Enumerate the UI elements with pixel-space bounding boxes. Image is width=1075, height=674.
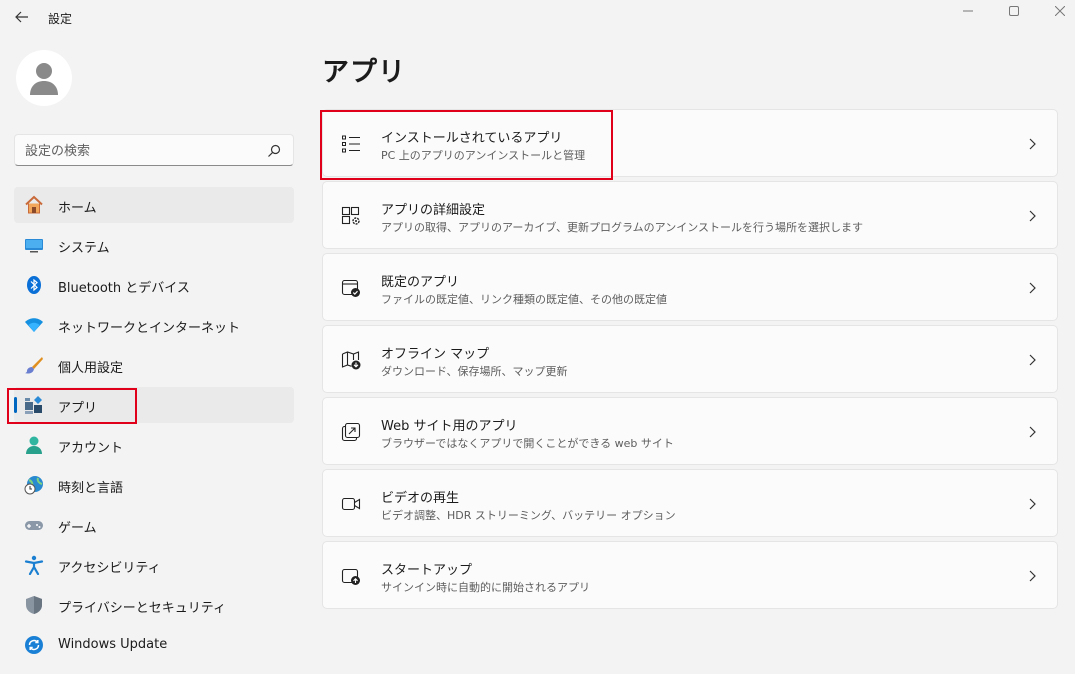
- card-subtitle: サインイン時に自動的に開始されるアプリ: [381, 581, 590, 594]
- sidebar-item-label: Bluetooth とデバイス: [58, 281, 190, 296]
- sidebar-item-label: アクセシビリティ: [58, 561, 161, 576]
- chevron-right-icon: [1027, 425, 1037, 439]
- sidebar-item-label: Windows Update: [58, 637, 168, 652]
- maximize-button[interactable]: [991, 0, 1037, 22]
- sidebar-item-personalization[interactable]: 個人用設定: [14, 347, 294, 383]
- maximize-icon: [1009, 6, 1019, 16]
- title-bar: 設定: [0, 0, 1075, 36]
- search-icon[interactable]: [267, 144, 281, 158]
- sidebar-item-network[interactable]: ネットワークとインターネット: [14, 307, 294, 343]
- chevron-right-icon: [1027, 569, 1037, 583]
- sidebar-item-system[interactable]: システム: [14, 227, 294, 263]
- startup-icon: [341, 566, 361, 586]
- windows-update-icon: [24, 635, 44, 655]
- open-external-icon: [341, 422, 361, 442]
- sidebar-item-privacy-security[interactable]: プライバシーとセキュリティ: [14, 587, 294, 623]
- card-title: Web サイト用のアプリ: [381, 419, 518, 434]
- brush-icon: [24, 355, 44, 375]
- card-subtitle: ファイルの既定値、リンク種類の既定値、その他の既定値: [381, 293, 667, 306]
- close-icon: [1055, 6, 1065, 16]
- account-icon: [24, 435, 44, 455]
- sidebar-item-accounts[interactable]: アカウント: [14, 427, 294, 463]
- sidebar-item-label: 個人用設定: [58, 361, 124, 376]
- chevron-right-icon: [1027, 209, 1037, 223]
- sidebar-item-accessibility[interactable]: アクセシビリティ: [14, 547, 294, 583]
- card-startup[interactable]: スタートアップ サインイン時に自動的に開始されるアプリ: [322, 541, 1058, 609]
- sidebar-item-label: アカウント: [58, 441, 124, 456]
- card-title: オフライン マップ: [381, 347, 490, 362]
- search-box[interactable]: [14, 134, 294, 166]
- page-title: アプリ: [322, 57, 406, 88]
- wifi-icon: [24, 315, 44, 335]
- card-title: ビデオの再生: [381, 491, 460, 506]
- system-icon: [24, 235, 44, 255]
- sidebar-item-bluetooth[interactable]: Bluetooth とデバイス: [14, 267, 294, 303]
- sidebar-item-gaming[interactable]: ゲーム: [14, 507, 294, 543]
- minimize-icon: [963, 10, 973, 12]
- time-language-icon: [24, 475, 44, 495]
- sidebar-item-home[interactable]: ホーム: [14, 187, 294, 223]
- accessibility-icon: [24, 555, 44, 575]
- chevron-right-icon: [1027, 353, 1037, 367]
- card-advanced-app-settings[interactable]: アプリの詳細設定 アプリの取得、アプリのアーカイブ、更新プログラムのアンインスト…: [322, 181, 1058, 249]
- offline-map-icon: [341, 350, 361, 370]
- sidebar-item-time-language[interactable]: 時刻と言語: [14, 467, 294, 503]
- bluetooth-icon: [24, 275, 44, 295]
- highlight-box-installed-apps: [320, 110, 613, 180]
- sidebar-item-windows-update[interactable]: Windows Update: [14, 627, 294, 663]
- card-title: スタートアップ: [381, 563, 473, 578]
- sidebar-item-label: ゲーム: [58, 521, 97, 536]
- gamepad-icon: [24, 515, 44, 535]
- chevron-right-icon: [1027, 137, 1037, 151]
- advanced-apps-icon: [341, 206, 361, 226]
- sidebar-item-label: ホーム: [58, 201, 97, 216]
- user-icon: [30, 63, 58, 95]
- sidebar-item-label: システム: [58, 241, 110, 256]
- back-button[interactable]: [8, 4, 36, 30]
- card-subtitle: アプリの取得、アプリのアーカイブ、更新プログラムのアンインストールを行う場所を選…: [381, 221, 864, 234]
- card-subtitle: ビデオ調整、HDR ストリーミング、バッテリー オプション: [381, 509, 676, 522]
- chevron-right-icon: [1027, 497, 1037, 511]
- card-default-apps[interactable]: 既定のアプリ ファイルの既定値、リンク種類の既定値、その他の既定値: [322, 253, 1058, 321]
- video-icon: [341, 494, 361, 514]
- card-video-playback[interactable]: ビデオの再生 ビデオ調整、HDR ストリーミング、バッテリー オプション: [322, 469, 1058, 537]
- avatar[interactable]: [16, 50, 72, 106]
- back-arrow-icon: [15, 11, 28, 23]
- shield-icon: [24, 595, 44, 615]
- sidebar-nav: ホーム システム Bluetooth とデバイス ネットワークとインターネット …: [14, 187, 294, 667]
- search-input[interactable]: [25, 141, 265, 161]
- sidebar-item-label: プライバシーとセキュリティ: [58, 601, 226, 616]
- sidebar-item-label: 時刻と言語: [58, 481, 124, 496]
- sidebar-item-label: ネットワークとインターネット: [58, 321, 241, 336]
- chevron-right-icon: [1027, 281, 1037, 295]
- close-button[interactable]: [1037, 0, 1075, 22]
- highlight-box-apps: [7, 388, 137, 424]
- default-apps-icon: [341, 278, 361, 298]
- app-title: 設定: [48, 12, 73, 26]
- settings-card-list: インストールされているアプリ PC 上のアプリのアンインストールと管理 アプリの…: [322, 109, 1058, 613]
- card-apps-for-websites[interactable]: Web サイト用のアプリ ブラウザーではなくアプリで開くことができる web サ…: [322, 397, 1058, 465]
- card-offline-maps[interactable]: オフライン マップ ダウンロード、保存場所、マップ更新: [322, 325, 1058, 393]
- card-subtitle: ブラウザーではなくアプリで開くことができる web サイト: [381, 437, 674, 450]
- card-title: 既定のアプリ: [381, 275, 460, 290]
- home-icon: [24, 195, 44, 215]
- card-subtitle: ダウンロード、保存場所、マップ更新: [381, 365, 568, 378]
- minimize-button[interactable]: [945, 0, 991, 22]
- card-title: アプリの詳細設定: [381, 203, 486, 218]
